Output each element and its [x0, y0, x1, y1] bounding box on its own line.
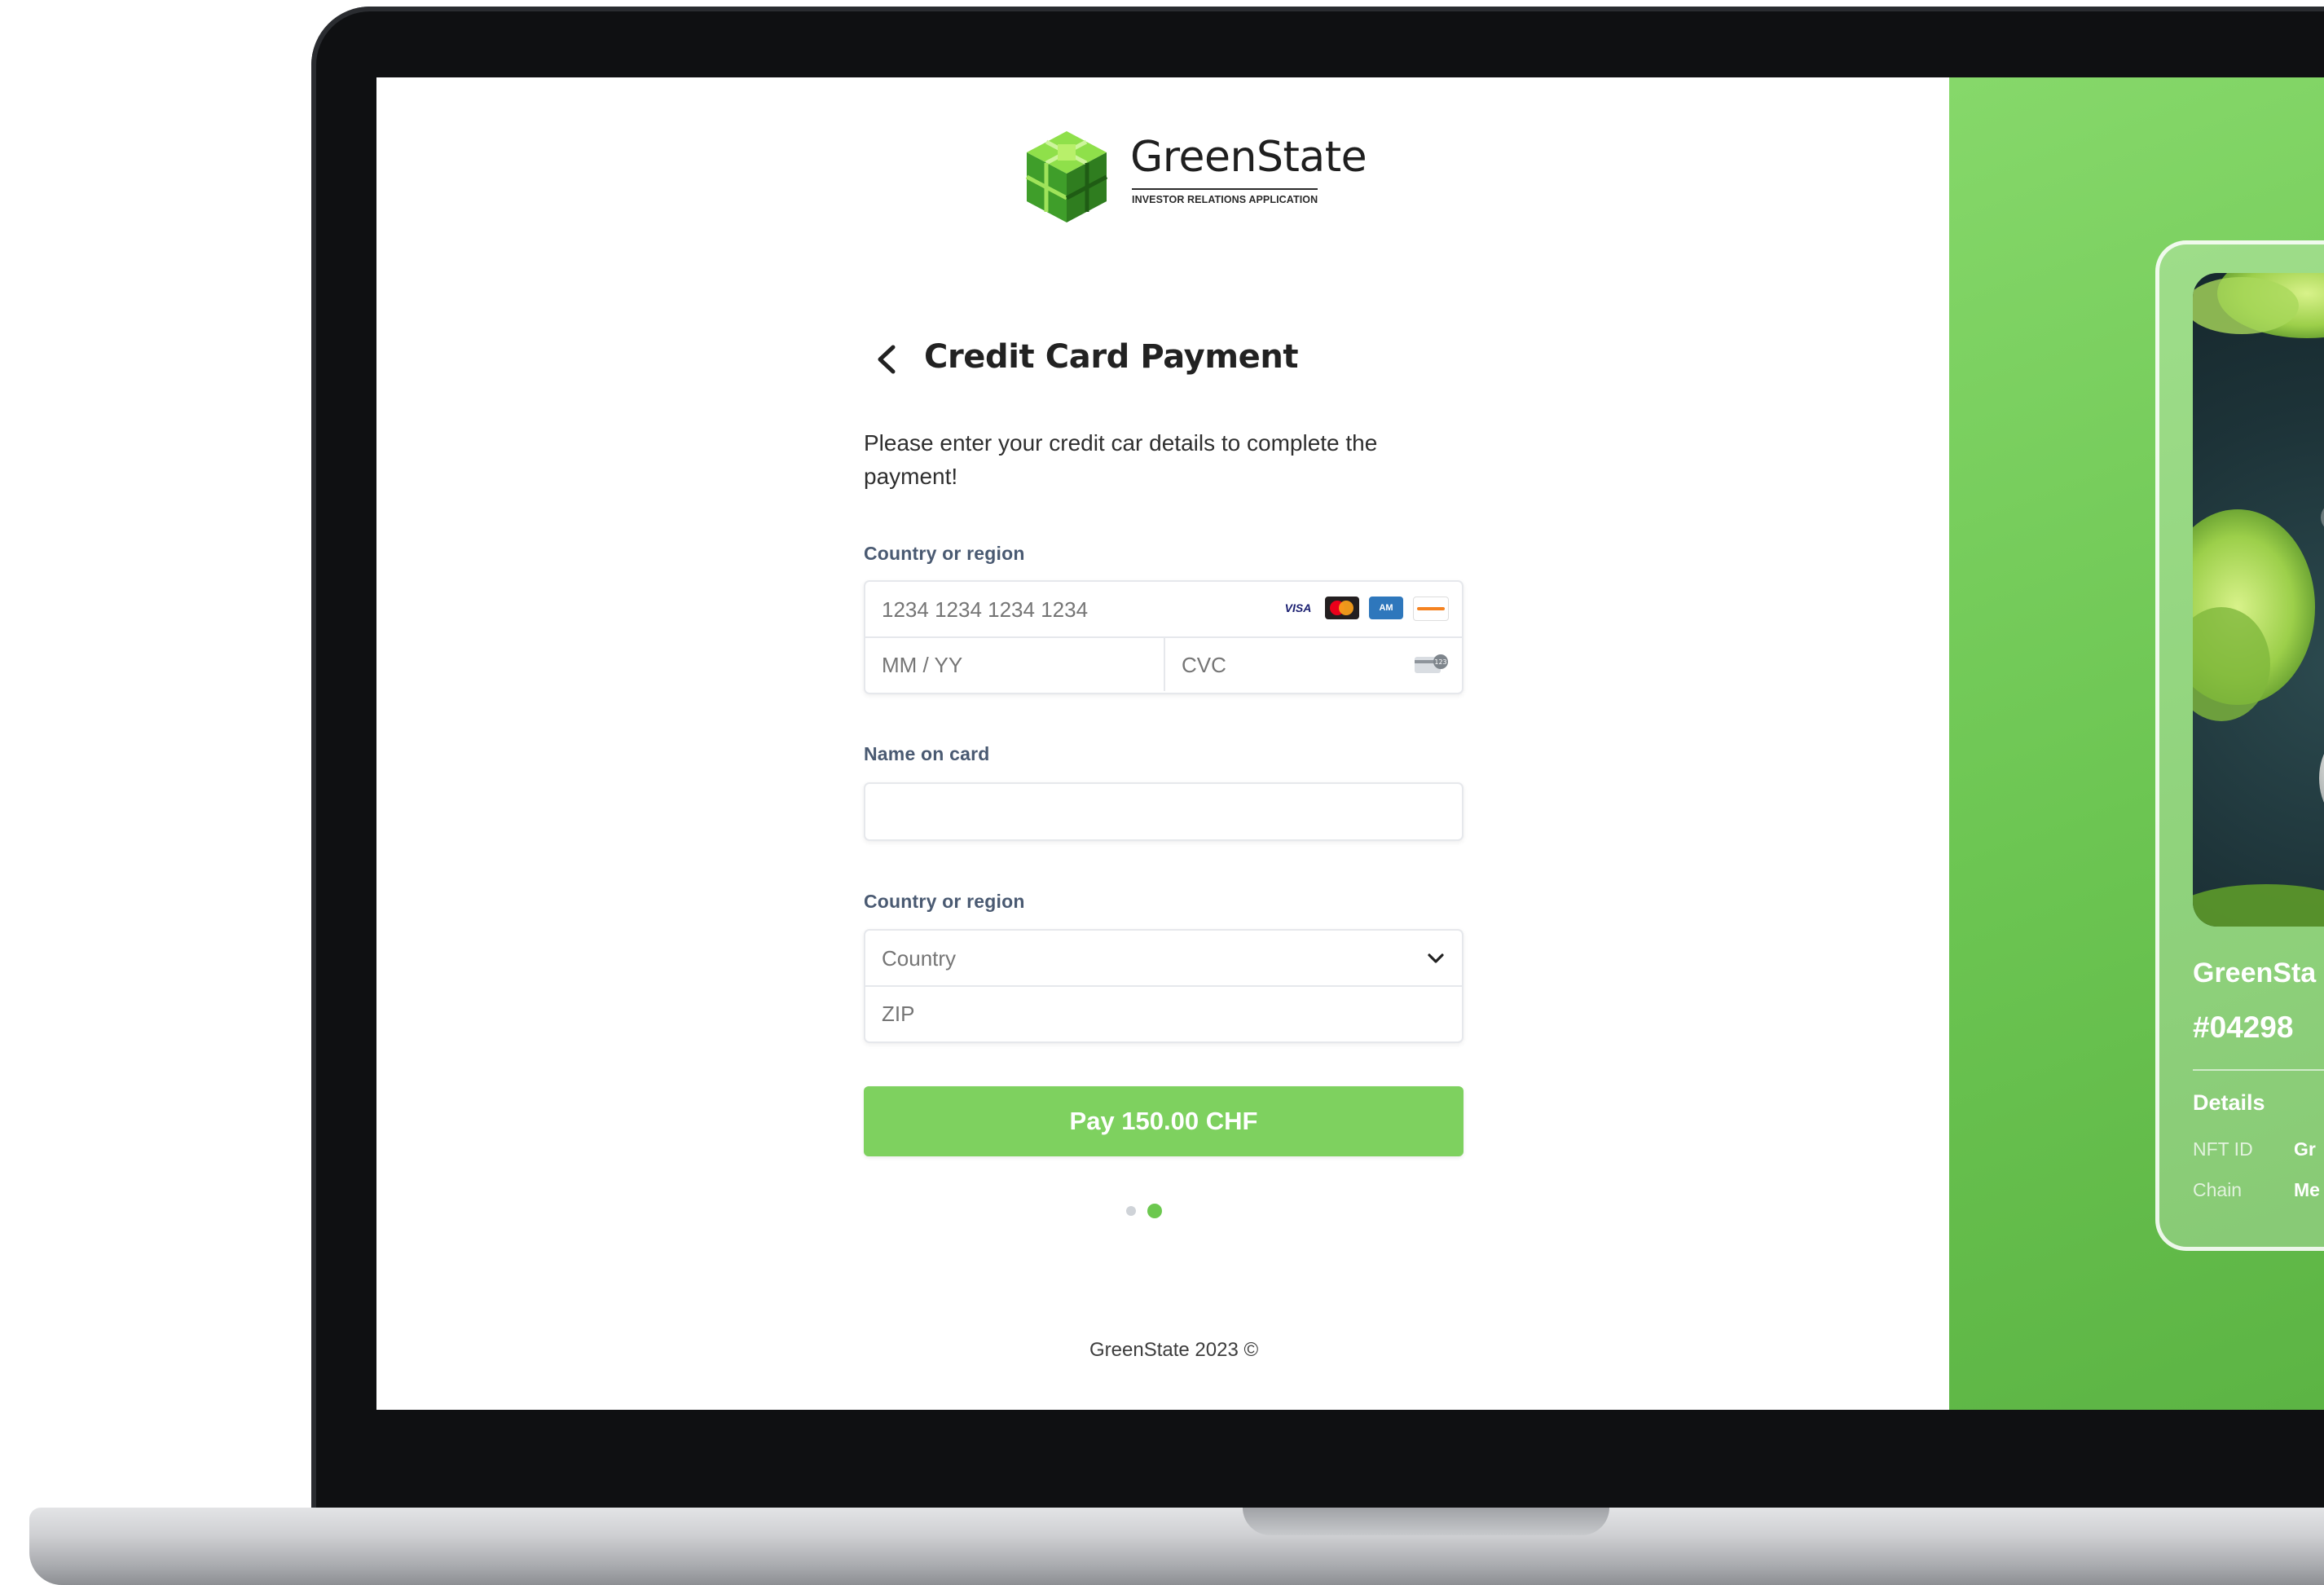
pay-button[interactable]: Pay 150.00 CHF — [864, 1086, 1464, 1156]
discover-icon — [1413, 597, 1449, 621]
page-title: Credit Card Payment — [924, 338, 1299, 376]
screen — [376, 77, 2324, 1410]
footer-copyright: GreenState 2023 © — [1089, 1339, 1259, 1361]
laptop-base — [29, 1508, 2324, 1585]
nft-image — [2193, 273, 2324, 927]
svg-text:123: 123 — [1434, 658, 1446, 666]
payment-pane — [376, 77, 1949, 1410]
nft-chain-value: Me — [2294, 1179, 2320, 1200]
card-brands: VISA AM — [1281, 597, 1449, 621]
laptop-notch — [1243, 1508, 1609, 1535]
visa-icon: VISA — [1284, 601, 1312, 614]
logo: GreenState INVESTOR RELATIONS APPLICATIO… — [1022, 128, 1389, 226]
cvc-input[interactable] — [1182, 649, 1393, 681]
card-details-group: VISA AM 123 — [864, 580, 1464, 694]
nft-divider — [2193, 1069, 2324, 1071]
region-section-label: Country or region — [864, 891, 1025, 912]
nft-title: GreenSta — [2193, 958, 2317, 988]
field-divider — [1164, 636, 1165, 691]
chevron-down-icon[interactable] — [1424, 947, 1447, 970]
cube-logo-icon — [1025, 131, 1108, 222]
name-section-label: Name on card — [864, 743, 990, 764]
nft-id-value: Gr — [2294, 1138, 2316, 1160]
cvc-card-icon: 123 — [1415, 654, 1448, 673]
card-number-input[interactable] — [882, 593, 1240, 626]
field-divider — [865, 985, 1462, 987]
nft-number: #04298 — [2193, 1010, 2294, 1044]
name-on-card-group — [864, 782, 1464, 841]
nft-id-key: NFT ID — [2193, 1138, 2253, 1160]
region-group — [864, 929, 1464, 1043]
lettuce-image — [2193, 273, 2324, 927]
nft-details-heading: Details — [2193, 1090, 2265, 1115]
step-dot-2[interactable] — [1147, 1204, 1162, 1218]
step-indicator — [1126, 1204, 1162, 1218]
name-on-card-input[interactable] — [882, 795, 1444, 828]
country-select[interactable] — [882, 942, 1371, 975]
brand-name: GreenState — [1130, 133, 1367, 182]
intro-text: Please enter your credit car details to … — [864, 430, 1378, 489]
back-arrow-icon[interactable] — [872, 341, 901, 378]
mastercard-icon — [1325, 597, 1359, 619]
card-section-label: Country or region — [864, 543, 1025, 564]
step-dot-1[interactable] — [1126, 1206, 1136, 1216]
amex-icon: AM — [1369, 597, 1403, 619]
expiry-input[interactable] — [882, 649, 1151, 681]
brand-tagline: INVESTOR RELATIONS APPLICATION — [1132, 188, 1318, 205]
nft-chain-key: Chain — [2193, 1179, 2243, 1200]
zip-input[interactable] — [882, 997, 1371, 1030]
